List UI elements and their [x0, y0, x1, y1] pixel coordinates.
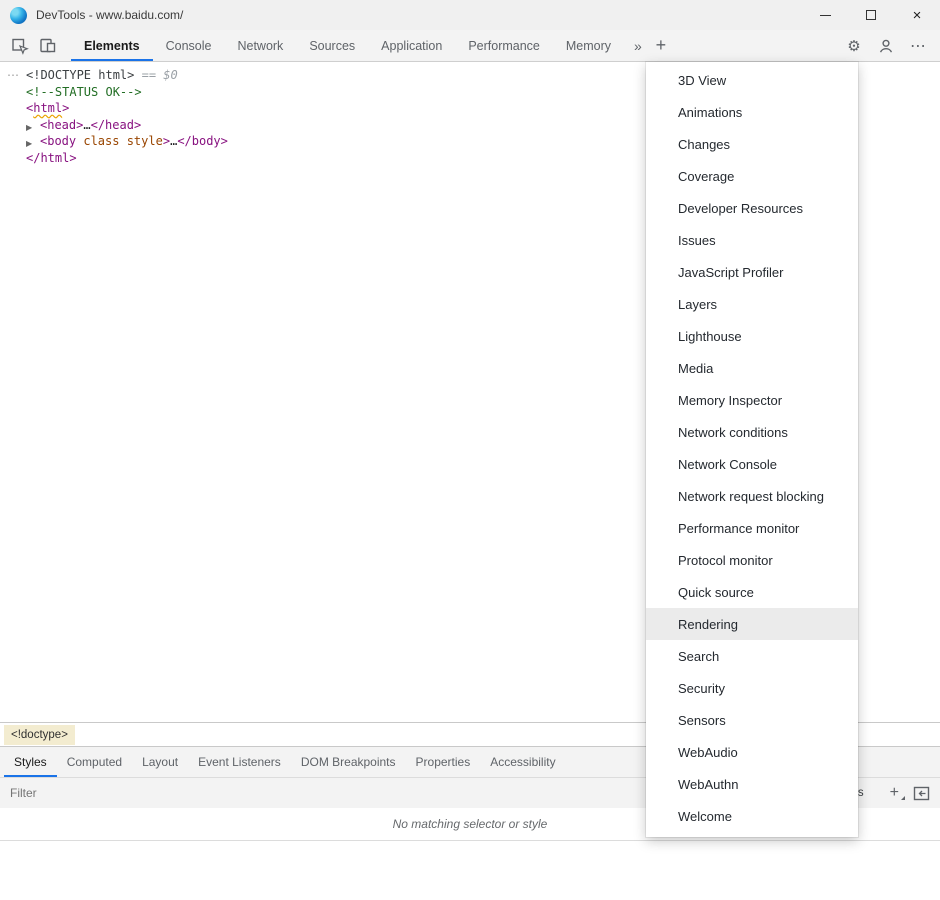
tab-application[interactable]: Application — [368, 30, 455, 61]
tab-performance[interactable]: Performance — [455, 30, 553, 61]
overflow-dots-icon: ⋯ — [910, 36, 926, 55]
menu-item-performance-monitor[interactable]: Performance monitor — [646, 512, 858, 544]
code-segment: </body> — [177, 134, 228, 148]
sidebar-tab-layout[interactable]: Layout — [132, 747, 188, 777]
menu-item-javascript-profiler[interactable]: JavaScript Profiler — [646, 256, 858, 288]
settings-button[interactable]: ⚙ — [840, 33, 868, 59]
sidebar-tab-event-listeners[interactable]: Event Listeners — [188, 747, 291, 777]
device-toolbar-icon — [38, 36, 57, 55]
code-segment: <!--STATUS OK--> — [26, 85, 142, 99]
code-segment: </html> — [26, 151, 77, 165]
menu-item-welcome[interactable]: Welcome — [646, 800, 858, 832]
sidebar-tab-properties[interactable]: Properties — [406, 747, 481, 777]
menu-item-3d-view[interactable]: 3D View — [646, 64, 858, 96]
more-tools-menu: 3D ViewAnimationsChangesCoverageDevelope… — [646, 62, 858, 837]
menu-item-memory-inspector[interactable]: Memory Inspector — [646, 384, 858, 416]
inspect-element-button[interactable] — [5, 33, 33, 59]
code-segment: <head> — [40, 118, 83, 132]
more-tabs-chevron[interactable]: » — [634, 38, 642, 54]
feedback-button[interactable] — [872, 33, 900, 59]
device-toolbar-button[interactable] — [33, 33, 61, 59]
code-segment: > — [62, 101, 69, 115]
code-segment: > — [163, 134, 170, 148]
menu-item-network-request-blocking[interactable]: Network request blocking — [646, 480, 858, 512]
maximize-button[interactable] — [848, 0, 894, 30]
person-icon — [878, 38, 894, 54]
window-controls: × — [802, 0, 940, 30]
menu-item-search[interactable]: Search — [646, 640, 858, 672]
code-segment: html — [33, 101, 62, 115]
sidebar-tab-dom-breakpoints[interactable]: DOM Breakpoints — [291, 747, 406, 777]
code-segment: class — [76, 134, 119, 148]
code-segment: <!DOCTYPE html> — [26, 68, 134, 82]
styles-filter-input[interactable] — [10, 786, 310, 800]
menu-item-media[interactable]: Media — [646, 352, 858, 384]
menu-item-issues[interactable]: Issues — [646, 224, 858, 256]
menu-item-protocol-monitor[interactable]: Protocol monitor — [646, 544, 858, 576]
tab-memory[interactable]: Memory — [553, 30, 624, 61]
menu-item-webaudio[interactable]: WebAudio — [646, 736, 858, 768]
sidebar-tab-styles[interactable]: Styles — [4, 747, 57, 777]
breadcrumb-item[interactable]: <!doctype> — [4, 725, 75, 745]
menu-item-rendering[interactable]: Rendering — [646, 608, 858, 640]
minimize-button[interactable] — [802, 0, 848, 30]
code-segment: <body — [40, 134, 76, 148]
menu-item-network-conditions[interactable]: Network conditions — [646, 416, 858, 448]
toolbar-tabs: ElementsConsoleNetworkSourcesApplication… — [71, 30, 624, 61]
plus-icon: + — [890, 784, 899, 801]
tab-console[interactable]: Console — [153, 30, 225, 61]
code-segment: == $0 — [134, 68, 177, 82]
maximize-icon — [866, 10, 876, 20]
plus-caret-icon — [901, 796, 905, 800]
customize-menu-button[interactable]: ⋯ — [904, 33, 932, 59]
menu-item-animations[interactable]: Animations — [646, 96, 858, 128]
window-title: DevTools - www.baidu.com/ — [36, 8, 183, 22]
more-tools-button[interactable]: + — [648, 36, 674, 56]
menu-item-lighthouse[interactable]: Lighthouse — [646, 320, 858, 352]
minimize-icon — [820, 15, 831, 16]
menu-item-coverage[interactable]: Coverage — [646, 160, 858, 192]
code-segment: … — [83, 118, 90, 132]
gear-icon: ⚙ — [847, 37, 860, 55]
collapse-panel-button[interactable] — [913, 786, 930, 801]
breadcrumb: <!doctype> — [0, 723, 75, 746]
close-icon: × — [913, 8, 922, 23]
titlebar: DevTools - www.baidu.com/ × — [0, 0, 940, 30]
inspect-cursor-icon — [10, 36, 29, 55]
code-segment: style — [119, 134, 162, 148]
tab-elements[interactable]: Elements — [71, 30, 153, 61]
menu-item-layers[interactable]: Layers — [646, 288, 858, 320]
menu-item-security[interactable]: Security — [646, 672, 858, 704]
tab-sources[interactable]: Sources — [296, 30, 368, 61]
menu-item-changes[interactable]: Changes — [646, 128, 858, 160]
tab-network[interactable]: Network — [224, 30, 296, 61]
code-segment: </head> — [91, 118, 142, 132]
new-style-rule-button[interactable]: + — [890, 785, 899, 801]
menu-item-webauthn[interactable]: WebAuthn — [646, 768, 858, 800]
row-overflow-dots-icon[interactable]: ⋯ — [7, 67, 19, 84]
menu-item-network-console[interactable]: Network Console — [646, 448, 858, 480]
menu-item-quick-source[interactable]: Quick source — [646, 576, 858, 608]
toolbar-right-icons: ⚙ ⋯ — [840, 33, 940, 59]
menu-item-developer-resources[interactable]: Developer Resources — [646, 192, 858, 224]
devtools-toolbar: ElementsConsoleNetworkSourcesApplication… — [0, 30, 940, 62]
edge-logo-icon — [10, 7, 27, 24]
close-button[interactable]: × — [894, 0, 940, 30]
collapse-panel-icon — [913, 786, 930, 801]
sidebar-tab-accessibility[interactable]: Accessibility — [480, 747, 565, 777]
menu-item-sensors[interactable]: Sensors — [646, 704, 858, 736]
sidebar-tab-computed[interactable]: Computed — [57, 747, 132, 777]
